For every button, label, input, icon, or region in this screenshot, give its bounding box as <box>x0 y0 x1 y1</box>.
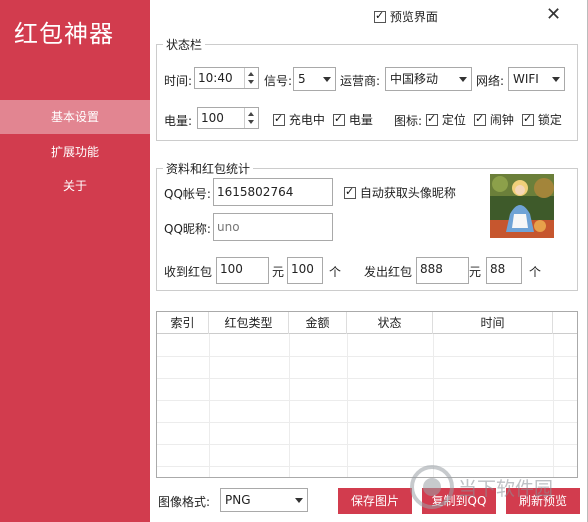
battery-spinner[interactable]: 100 <box>197 107 259 129</box>
table-header-status[interactable]: 状态 <box>347 312 433 334</box>
qq-input[interactable]: 1615802764 <box>213 178 333 206</box>
close-icon[interactable]: ✕ <box>546 4 561 25</box>
signal-select[interactable]: 5 <box>293 67 336 91</box>
location-checkbox[interactable] <box>426 112 438 126</box>
time-value: 10:40 <box>198 71 233 85</box>
received-label: 收到红包 <box>164 265 213 279</box>
table-header-type[interactable]: 红包类型 <box>209 312 289 334</box>
carrier-select[interactable]: 中国移动 <box>385 67 472 91</box>
network-value: WIFI <box>513 72 539 86</box>
table-header-index[interactable]: 索引 <box>157 312 209 334</box>
signal-value: 5 <box>298 72 306 86</box>
avatar <box>490 174 554 238</box>
alarm-checkbox-row[interactable]: 闹钟 <box>474 111 514 128</box>
table-header: 索引 红包类型 金额 状态 时间 <box>157 312 577 334</box>
sidebar-item-basic-settings[interactable]: 基本设置 <box>0 100 150 134</box>
auto-avatar-checkbox[interactable] <box>344 185 356 199</box>
table-row <box>157 422 577 423</box>
auto-avatar-checkbox-row[interactable]: 自动获取头像昵称 <box>344 184 456 201</box>
status-bar-title: 状态栏 <box>163 36 206 53</box>
table-row <box>157 444 577 445</box>
preview-checkbox[interactable] <box>374 9 386 23</box>
nickname-label: QQ昵称: <box>164 222 211 236</box>
watermark-logo: 当下软件园 <box>410 465 553 509</box>
sent-count-input[interactable]: 888 <box>416 257 469 284</box>
table-row <box>157 356 577 357</box>
battery-checkbox[interactable] <box>333 112 345 126</box>
app-title: 红包神器 <box>14 20 114 48</box>
image-format-value: PNG <box>225 493 251 507</box>
qq-label: QQ帐号: <box>164 187 211 201</box>
received-yuan-label: 元 <box>272 265 285 279</box>
carrier-label: 运营商: <box>340 74 381 88</box>
charging-checkbox[interactable] <box>273 112 285 126</box>
signal-label: 信号: <box>264 74 293 88</box>
nickname-input[interactable]: uno <box>213 213 333 241</box>
time-spin-buttons[interactable] <box>244 68 258 88</box>
avatar-image <box>490 174 554 238</box>
battery-label: 电量: <box>164 114 193 128</box>
table-row <box>157 400 577 401</box>
sent-label: 发出红包 <box>364 265 413 279</box>
auto-avatar-label: 自动获取头像昵称 <box>359 186 456 200</box>
network-label: 网络: <box>476 74 505 88</box>
sidebar-item-about[interactable]: 关于 <box>0 169 150 203</box>
location-checkbox-row[interactable]: 定位 <box>426 111 466 128</box>
carrier-value: 中国移动 <box>390 72 439 86</box>
received-count-input[interactable]: 100 <box>216 257 269 284</box>
image-format-label: 图像格式: <box>158 495 211 509</box>
profile-title: 资料和红包统计 <box>163 160 254 177</box>
location-label: 定位 <box>441 113 466 127</box>
lock-checkbox[interactable] <box>522 112 534 126</box>
received-ge-label: 个 <box>329 265 342 279</box>
table-header-amount[interactable]: 金额 <box>289 312 347 334</box>
time-label: 时间: <box>164 74 193 88</box>
lock-checkbox-row[interactable]: 锁定 <box>522 111 562 128</box>
lock-label: 锁定 <box>537 113 562 127</box>
charging-checkbox-row[interactable]: 充电中 <box>273 111 325 128</box>
watermark: 当下软件园 <box>408 457 588 517</box>
watermark-text: 当下软件园 <box>458 478 553 500</box>
sent-yuan-label: 元 <box>469 265 482 279</box>
redpacket-table[interactable]: 索引 红包类型 金额 状态 时间 <box>156 311 578 478</box>
table-header-time[interactable]: 时间 <box>433 312 553 334</box>
alarm-label: 闹钟 <box>489 113 514 127</box>
main-panel: 预览界面 ✕ 状态栏 时间: 10:40 信号: 5 运营商: 中国移动 网络:… <box>150 0 588 522</box>
sent-amount-input[interactable]: 88 <box>486 257 522 284</box>
sidebar-item-extensions[interactable]: 扩展功能 <box>0 135 150 169</box>
charging-label: 充电中 <box>288 113 325 127</box>
sidebar: 红包神器 基本设置 扩展功能 关于 <box>0 0 150 522</box>
alarm-checkbox[interactable] <box>474 112 486 126</box>
sent-ge-label: 个 <box>529 265 542 279</box>
image-format-select[interactable]: PNG <box>220 488 308 512</box>
battery-spin-buttons[interactable] <box>244 108 258 128</box>
preview-label: 预览界面 <box>389 10 438 24</box>
preview-checkbox-row[interactable]: 预览界面 <box>374 8 438 25</box>
table-row <box>157 378 577 379</box>
network-select[interactable]: WIFI <box>508 67 565 91</box>
received-amount-input[interactable]: 100 <box>287 257 323 284</box>
time-spinner[interactable]: 10:40 <box>194 67 259 89</box>
icons-label: 图标: <box>394 114 423 128</box>
save-image-button[interactable]: 保存图片 <box>338 488 412 514</box>
battery-value: 100 <box>201 111 224 125</box>
battery-check-label: 电量 <box>348 113 373 127</box>
battery-checkbox-row[interactable]: 电量 <box>333 111 373 128</box>
